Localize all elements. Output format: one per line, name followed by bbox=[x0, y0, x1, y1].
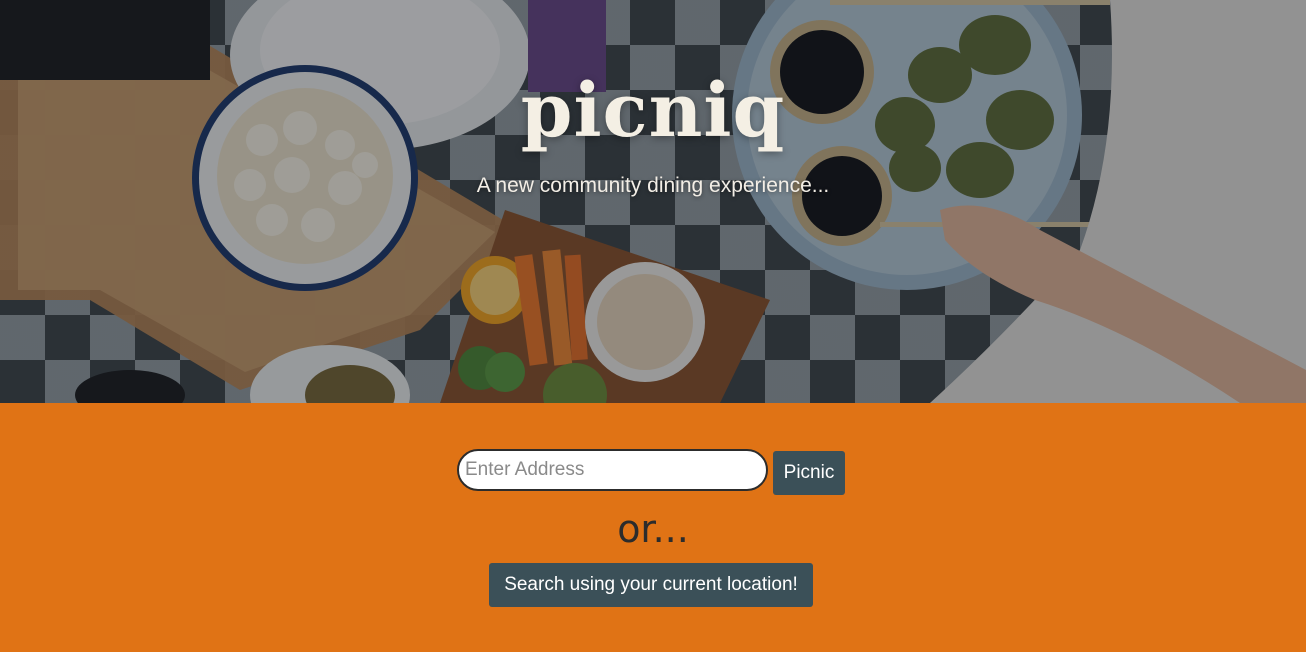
hero-banner: picniq A new community dining experience… bbox=[0, 0, 1306, 403]
site-title: picniq bbox=[520, 68, 786, 154]
picnic-button[interactable]: Picnic bbox=[773, 451, 845, 495]
address-input[interactable] bbox=[457, 449, 768, 491]
site-tagline: A new community dining experience... bbox=[476, 174, 830, 197]
hero-dark-overlay bbox=[0, 0, 1306, 403]
current-location-search-button[interactable]: Search using your current location! bbox=[489, 563, 813, 607]
or-divider-text: or... bbox=[617, 507, 689, 551]
